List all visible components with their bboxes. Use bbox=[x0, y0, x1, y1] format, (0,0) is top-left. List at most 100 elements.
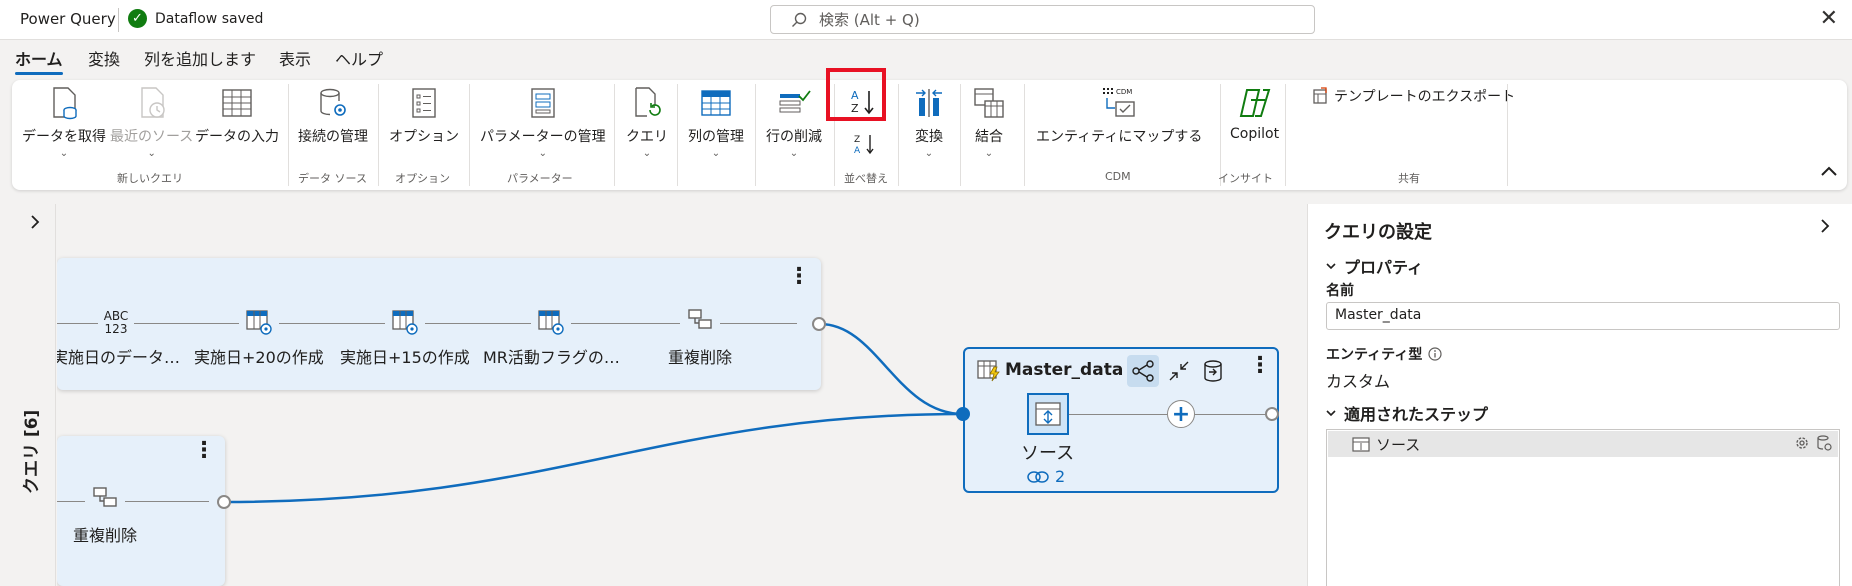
step-add-column-2[interactable]: 実施日+15の作成 bbox=[340, 306, 470, 368]
query-refresh-icon bbox=[635, 87, 661, 117]
ribbon-divider bbox=[469, 84, 470, 186]
expand-queries-button[interactable] bbox=[30, 214, 40, 234]
applied-step-item[interactable]: ソース bbox=[1328, 431, 1838, 457]
query-name-input[interactable]: Master_data bbox=[1326, 302, 1840, 330]
search-input[interactable]: 検索 (Alt + Q) bbox=[770, 5, 1315, 34]
recent-sources-button[interactable]: 最近のソース ⌄ bbox=[110, 86, 193, 159]
collapse-ribbon-button[interactable] bbox=[1821, 164, 1837, 180]
more-options-icon[interactable]: ⋮ bbox=[193, 438, 215, 463]
group-label-data-source: データ ソース bbox=[298, 172, 367, 185]
chevron-down-icon: ⌄ bbox=[984, 148, 994, 159]
diagram-canvas[interactable]: ⋮ ABC 123 実施日のデータ… 実施日+20の作成 実施日+15の作成 MR… bbox=[57, 204, 1307, 586]
recent-sources-label: 最近のソース bbox=[110, 129, 194, 145]
gear-icon[interactable] bbox=[1794, 435, 1810, 451]
applied-steps-section-toggle[interactable]: 適用されたステップ bbox=[1326, 401, 1488, 425]
highlight-box bbox=[826, 68, 886, 121]
combine-button[interactable]: 結合 ⌄ bbox=[972, 86, 1006, 159]
remove-rows-button[interactable]: 行の削減 ⌄ bbox=[766, 86, 822, 159]
output-port[interactable] bbox=[812, 317, 826, 331]
query-card[interactable]: ⋮ 重複削除 bbox=[57, 436, 231, 586]
ribbon-divider bbox=[614, 84, 615, 186]
svg-text:CDM: CDM bbox=[1116, 88, 1132, 96]
step-connector bbox=[1195, 414, 1267, 415]
step-label: 重複削除 bbox=[668, 348, 733, 367]
manage-parameters-button[interactable]: パラメーターの管理 ⌄ bbox=[480, 86, 606, 159]
manage-connections-label: 接続の管理 bbox=[298, 129, 368, 145]
source-step-icon[interactable] bbox=[1027, 393, 1069, 435]
applied-steps-list: ソース bbox=[1326, 429, 1840, 586]
group-label-sort: 並べ替え bbox=[844, 172, 888, 185]
step-change-type[interactable]: ABC 123 実施日のデータ… bbox=[57, 306, 180, 368]
entity-type-value: カスタム bbox=[1326, 372, 1391, 391]
queries-pane: クエリ [6] bbox=[12, 204, 56, 586]
enter-data-button[interactable]: データの入力 bbox=[195, 86, 279, 146]
map-to-entity-button[interactable]: CDM エンティティにマップする bbox=[1036, 86, 1202, 146]
output-port[interactable] bbox=[1265, 407, 1279, 421]
transform-label: 変換 bbox=[915, 129, 943, 145]
properties-section-toggle[interactable]: プロパティ bbox=[1326, 254, 1423, 278]
options-label: オプション bbox=[389, 129, 459, 145]
output-port[interactable] bbox=[217, 495, 231, 509]
share-nodes-icon[interactable] bbox=[1127, 355, 1159, 387]
input-port[interactable] bbox=[956, 407, 970, 421]
step-label: MR活動フラグの… bbox=[483, 348, 620, 367]
query-settings-pane: クエリの設定 プロパティ 名前 Master_data エンティティ型 カスタム… bbox=[1307, 204, 1852, 586]
get-data-label: データを取得 bbox=[22, 129, 106, 145]
query-card[interactable]: ⋮ ABC 123 実施日のデータ… 実施日+20の作成 実施日+15の作成 MR… bbox=[57, 258, 826, 390]
tab-add-column[interactable]: 列を追加します bbox=[144, 46, 256, 70]
manage-columns-button[interactable]: 列の管理 ⌄ bbox=[688, 86, 744, 159]
step-remove-duplicates[interactable]: 重複削除 bbox=[73, 484, 137, 546]
chevron-right-icon bbox=[1821, 219, 1830, 233]
entity-type-label-row: エンティティ型 bbox=[1326, 344, 1442, 364]
map-to-entity-label: エンティティにマップする bbox=[1036, 129, 1203, 145]
export-template-icon bbox=[1313, 87, 1327, 104]
ribbon-divider bbox=[898, 84, 899, 186]
ribbon-divider bbox=[1024, 84, 1025, 186]
copilot-button[interactable]: Copilot bbox=[1230, 86, 1279, 142]
tab-help[interactable]: ヘルプ bbox=[335, 46, 383, 70]
close-button[interactable]: ✕ bbox=[1820, 6, 1838, 31]
query-label: クエリ bbox=[626, 129, 668, 145]
database-icon[interactable] bbox=[1197, 355, 1229, 387]
save-status-text: Dataflow saved bbox=[155, 10, 264, 27]
sort-descending-button[interactable]: ZA bbox=[852, 132, 878, 164]
group-label-new-query: 新しいクエリ bbox=[117, 172, 183, 185]
get-data-button[interactable]: データを取得 ⌄ bbox=[22, 86, 106, 159]
chevron-down-icon: ⌄ bbox=[538, 148, 547, 159]
columns-icon bbox=[701, 90, 731, 116]
svg-text:Z: Z bbox=[854, 135, 860, 145]
applied-steps-heading: 適用されたステップ bbox=[1344, 405, 1489, 424]
transform-button[interactable]: 変換 ⌄ bbox=[912, 86, 946, 159]
collapse-icon[interactable] bbox=[1163, 355, 1195, 387]
master-data-card[interactable]: Master_data ⋮ ソース 2 + bbox=[956, 347, 1279, 493]
info-icon[interactable] bbox=[1428, 347, 1442, 361]
database-settings-icon[interactable] bbox=[1816, 435, 1832, 451]
more-options-icon[interactable]: ⋮ bbox=[1249, 353, 1271, 378]
step-remove-duplicates[interactable]: 重複削除 bbox=[668, 306, 732, 368]
query-button[interactable]: クエリ ⌄ bbox=[626, 86, 668, 159]
applied-step-label: ソース bbox=[1376, 435, 1421, 454]
export-template-button[interactable]: テンプレートのエクスポート bbox=[1312, 86, 1515, 106]
chevron-down-icon: ⌄ bbox=[642, 148, 652, 159]
step-add-column-3[interactable]: MR活動フラグの… bbox=[483, 306, 620, 368]
tab-transform[interactable]: 変換 bbox=[88, 46, 120, 70]
recent-sources-icon bbox=[140, 87, 165, 118]
title-bar: Power Query ✓ Dataflow saved 検索 (Alt + Q… bbox=[0, 0, 1852, 40]
step-label: 重複削除 bbox=[73, 526, 138, 545]
manage-columns-label: 列の管理 bbox=[688, 129, 744, 145]
group-label-cdm: CDM bbox=[1105, 170, 1131, 183]
chevron-down-icon: ⌄ bbox=[147, 148, 156, 159]
add-step-button[interactable]: + bbox=[1167, 400, 1195, 428]
options-button[interactable]: オプション bbox=[389, 86, 459, 146]
combine-label: 結合 bbox=[975, 129, 1003, 145]
step-label: 実施日+15の作成 bbox=[340, 348, 470, 367]
more-options-icon[interactable]: ⋮ bbox=[788, 264, 810, 289]
tab-view[interactable]: 表示 bbox=[279, 46, 311, 70]
menu-tabs: ホーム 変換 列を追加します 表示 ヘルプ bbox=[0, 40, 1852, 76]
collapse-settings-button[interactable] bbox=[1820, 218, 1830, 239]
manage-connections-button[interactable]: 接続の管理 bbox=[298, 86, 368, 146]
linked-count[interactable]: 2 bbox=[1027, 467, 1065, 486]
step-add-column-1[interactable]: 実施日+20の作成 bbox=[194, 306, 324, 368]
tab-home[interactable]: ホーム bbox=[15, 46, 63, 70]
options-icon bbox=[412, 88, 436, 118]
